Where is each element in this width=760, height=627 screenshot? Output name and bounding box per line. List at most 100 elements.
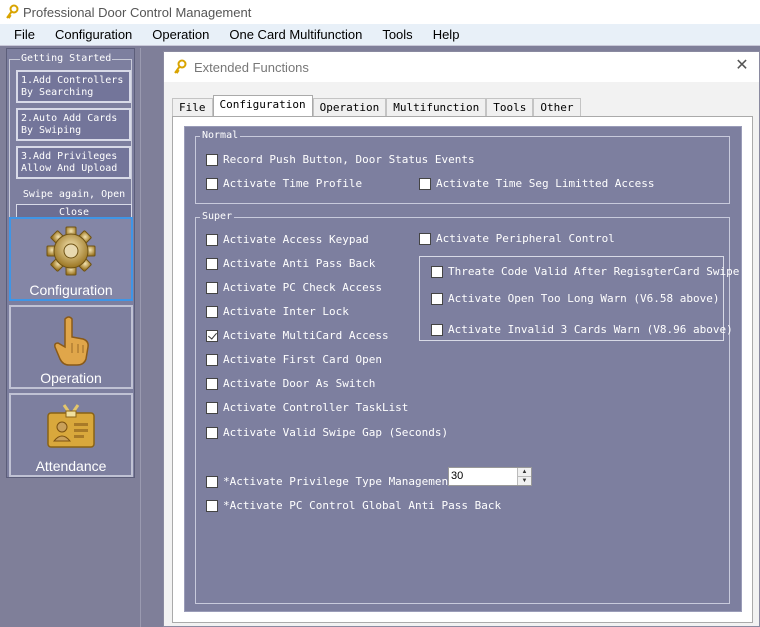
- checkbox-label: Threate Code Valid After RegisgterCard S…: [448, 265, 740, 278]
- first-card-open-checkbox[interactable]: Activate First Card Open: [206, 353, 382, 366]
- peripheral-control-checkbox[interactable]: Activate Peripheral Control: [419, 232, 615, 245]
- checkbox-box[interactable]: [206, 499, 218, 512]
- door-as-switch-checkbox[interactable]: Activate Door As Switch: [206, 377, 375, 390]
- checkbox-box[interactable]: [431, 292, 443, 305]
- nav-attendance-label: Attendance: [35, 458, 107, 474]
- checkbox-label: Activate Valid Swipe Gap (Seconds): [223, 426, 449, 439]
- checkbox-label: *Activate PC Control Global Anti Pass Ba…: [223, 499, 502, 512]
- chevron-up-icon[interactable]: ▲: [518, 468, 531, 476]
- checkbox-label: Activate Anti Pass Back: [223, 257, 376, 270]
- record-push-button-checkbox[interactable]: Record Push Button, Door Status Events: [206, 153, 475, 166]
- checkbox-box[interactable]: [419, 232, 431, 245]
- checkbox-box[interactable]: [206, 177, 218, 190]
- valid-swipe-gap-checkbox[interactable]: Activate Valid Swipe Gap (Seconds): [206, 426, 448, 439]
- getting-started-legend: Getting Started: [20, 53, 113, 65]
- checkbox-label: Activate Time Seg Limitted Access: [436, 177, 655, 190]
- tab-configuration[interactable]: Configuration: [212, 95, 313, 116]
- menu-file[interactable]: File: [0, 27, 45, 42]
- open-too-long-warn-checkbox[interactable]: Activate Open Too Long Warn (V6.58 above…: [431, 292, 720, 305]
- tab-content: Normal Record Push Button, Door Status E…: [172, 116, 753, 623]
- tab-strip: File Configuration Operation Multifuncti…: [172, 95, 581, 116]
- invalid-3-cards-warn-checkbox[interactable]: Activate Invalid 3 Cards Warn (V8.96 abo…: [431, 323, 733, 336]
- tab-multifunction[interactable]: Multifunction: [386, 98, 487, 116]
- step-line2: Allow And Upload: [21, 163, 118, 174]
- time-seg-limited-checkbox[interactable]: Activate Time Seg Limitted Access: [419, 177, 655, 190]
- gear-icon: [46, 226, 96, 276]
- add-privileges-button[interactable]: 3.Add Privileges Allow And Upload: [16, 146, 131, 179]
- checkbox-box[interactable]: [206, 377, 218, 390]
- menu-tools[interactable]: Tools: [372, 27, 422, 42]
- menu-one-card-multifunction[interactable]: One Card Multifunction: [219, 27, 372, 42]
- checkbox-box[interactable]: [206, 257, 218, 270]
- extended-functions-dialog: Extended Functions ✕ File Configuration …: [163, 51, 760, 627]
- checkbox-box[interactable]: [206, 475, 218, 488]
- privilege-type-checkbox[interactable]: *Activate Privilege Type Management Mo: [206, 475, 475, 488]
- nav-operation-label: Operation: [40, 370, 102, 386]
- nav-attendance[interactable]: Attendance: [9, 393, 133, 477]
- dialog-titlebar: Extended Functions: [164, 52, 759, 82]
- close-icon[interactable]: ✕: [733, 57, 751, 75]
- key-icon: [6, 4, 19, 19]
- checkbox-label: Activate First Card Open: [223, 353, 382, 366]
- checkbox-box[interactable]: [206, 401, 218, 414]
- checkbox-box[interactable]: [206, 233, 218, 246]
- app-title: Professional Door Control Management: [23, 4, 252, 20]
- checkbox-label: Activate Open Too Long Warn (V6.58 above…: [448, 292, 720, 305]
- checkbox-box[interactable]: [431, 323, 443, 336]
- step-line1: 3.Add Privileges: [21, 151, 118, 162]
- checkbox-label: Activate PC Check Access: [223, 281, 382, 294]
- checkbox-box[interactable]: [206, 305, 218, 318]
- menu-operation[interactable]: Operation: [142, 27, 219, 42]
- menu-help[interactable]: Help: [423, 27, 470, 42]
- checkbox-box[interactable]: [206, 353, 218, 366]
- checkbox-box[interactable]: [206, 426, 218, 439]
- background-window: [140, 48, 164, 627]
- controller-tasklist-checkbox[interactable]: Activate Controller TaskList: [206, 401, 408, 414]
- swipe-hint: Swipe again, Open: [22, 189, 126, 200]
- auto-add-cards-button[interactable]: 2.Auto Add Cards By Swiping: [16, 108, 131, 141]
- super-group: Super Activate Access Keypad Activate An…: [195, 211, 739, 604]
- checkbox-label: Activate Peripheral Control: [436, 232, 615, 245]
- checkbox-box[interactable]: [419, 177, 431, 190]
- nav-configuration-label: Configuration: [29, 282, 113, 298]
- checkbox-box[interactable]: [206, 281, 218, 294]
- tab-file[interactable]: File: [172, 98, 213, 116]
- tab-tools[interactable]: Tools: [486, 98, 534, 116]
- normal-legend: Normal: [200, 130, 241, 142]
- checkbox-label: Activate Time Profile: [223, 177, 363, 190]
- checkbox-box[interactable]: [206, 153, 218, 166]
- menu-configuration[interactable]: Configuration: [45, 27, 142, 42]
- normal-group: Normal Record Push Button, Door Status E…: [195, 130, 730, 204]
- multicard-access-checkbox[interactable]: Activate MultiCard Access: [206, 329, 389, 342]
- time-profile-checkbox[interactable]: Activate Time Profile: [206, 177, 362, 190]
- app-titlebar: Professional Door Control Management: [0, 0, 760, 24]
- step-line1: 2.Auto Add Cards: [21, 113, 118, 124]
- id-badge-icon: [47, 404, 95, 448]
- add-controllers-button[interactable]: 1.Add Controllers By Searching: [16, 70, 131, 103]
- global-anti-pass-back-checkbox[interactable]: *Activate PC Control Global Anti Pass Ba…: [206, 499, 501, 512]
- chevron-down-icon[interactable]: ▼: [518, 476, 531, 485]
- pc-check-access-checkbox[interactable]: Activate PC Check Access: [206, 281, 382, 294]
- checkbox-label: Activate Access Keypad: [223, 233, 369, 246]
- privilege-type-stepper[interactable]: 30 ▲ ▼: [448, 467, 532, 486]
- stepper-arrows: ▲ ▼: [517, 468, 531, 485]
- checkbox-label: Record Push Button, Door Status Events: [223, 153, 475, 166]
- anti-pass-back-checkbox[interactable]: Activate Anti Pass Back: [206, 257, 375, 270]
- checkbox-label: Activate Door As Switch: [223, 377, 376, 390]
- tab-operation[interactable]: Operation: [312, 98, 387, 116]
- super-legend: Super: [200, 211, 235, 223]
- stepper-value[interactable]: 30: [449, 468, 517, 485]
- checkbox-box[interactable]: [431, 265, 443, 278]
- step-line1: 1.Add Controllers: [21, 75, 124, 86]
- threat-code-checkbox[interactable]: Threate Code Valid After RegisgterCard S…: [431, 265, 739, 278]
- tab-other[interactable]: Other: [533, 98, 581, 116]
- nav-operation[interactable]: Operation: [9, 305, 133, 389]
- menu-bar: File Configuration Operation One Card Mu…: [0, 24, 760, 46]
- checkbox-box[interactable]: [206, 329, 218, 342]
- nav-configuration[interactable]: Configuration: [9, 217, 133, 301]
- hand-pointer-icon: [54, 316, 89, 366]
- step-line2: By Searching: [21, 87, 94, 98]
- access-keypad-checkbox[interactable]: Activate Access Keypad: [206, 233, 369, 246]
- checkbox-label: Activate MultiCard Access: [223, 329, 389, 342]
- inter-lock-checkbox[interactable]: Activate Inter Lock: [206, 305, 349, 318]
